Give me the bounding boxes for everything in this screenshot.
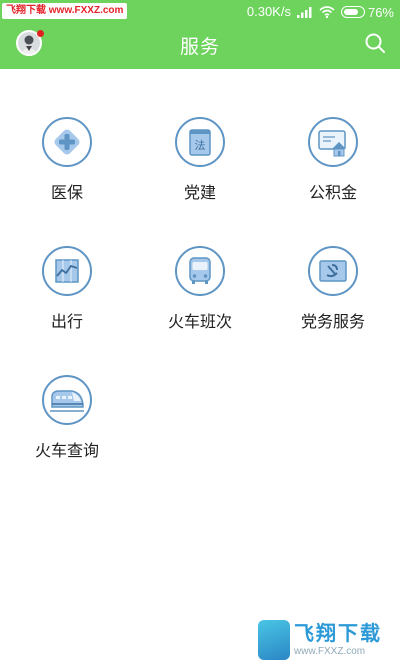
watermark-badge: 飞翔下载 www.FXXZ.com: [2, 3, 128, 19]
signal-icon: [296, 7, 312, 18]
status-indicators: 0.30K/s 76%: [247, 4, 394, 20]
page-title: 服务: [179, 37, 220, 58]
service-item-party-affairs[interactable]: 党务服务: [278, 246, 388, 346]
service-item-train-schedule[interactable]: 火车班次: [145, 246, 255, 346]
svg-text:法: 法: [195, 138, 206, 152]
service-item-medical[interactable]: 医保: [12, 117, 122, 217]
service-item-party-building[interactable]: 法 党建: [145, 117, 255, 217]
fxxz-logo-icon: [258, 620, 290, 660]
battery-icon: [340, 6, 365, 18]
housing-fund-icon: [308, 117, 358, 167]
app-header: 飞翔下载 www.FXXZ.com 0.30K/s 76% 服务: [0, 0, 400, 69]
travel-chart-icon: [42, 246, 92, 296]
watermark-logo: 飞翔下载 www.FXXZ.com: [258, 617, 394, 663]
service-label: 医保: [50, 185, 83, 202]
service-item-train-query[interactable]: 火车查询: [12, 375, 122, 475]
law-book-icon: 法: [175, 117, 225, 167]
watermark-text: 飞翔下载: [294, 623, 382, 645]
watermark-url: www.FXXZ.com: [294, 646, 366, 657]
service-label: 党务服务: [300, 314, 365, 331]
bullet-train-icon: [42, 375, 92, 425]
service-label: 出行: [50, 314, 83, 331]
battery-text: 76%: [367, 4, 394, 20]
service-item-housing-fund[interactable]: 公积金: [278, 117, 388, 217]
net-speed: 0.30K/s: [246, 4, 291, 19]
service-item-travel[interactable]: 出行: [12, 246, 122, 346]
medical-cross-icon: [42, 117, 92, 167]
service-label: 火车查询: [34, 443, 99, 460]
status-bar: 飞翔下载 www.FXXZ.com 0.30K/s 76%: [0, 0, 400, 24]
service-label: 党建: [183, 185, 216, 202]
party-flag-icon: [308, 246, 358, 296]
service-label: 火车班次: [167, 314, 232, 331]
bus-icon: [175, 246, 225, 296]
battery-indicator: 76%: [340, 4, 394, 20]
service-label: 公积金: [308, 185, 357, 202]
search-icon[interactable]: [364, 32, 386, 54]
wifi-icon: [319, 6, 335, 18]
